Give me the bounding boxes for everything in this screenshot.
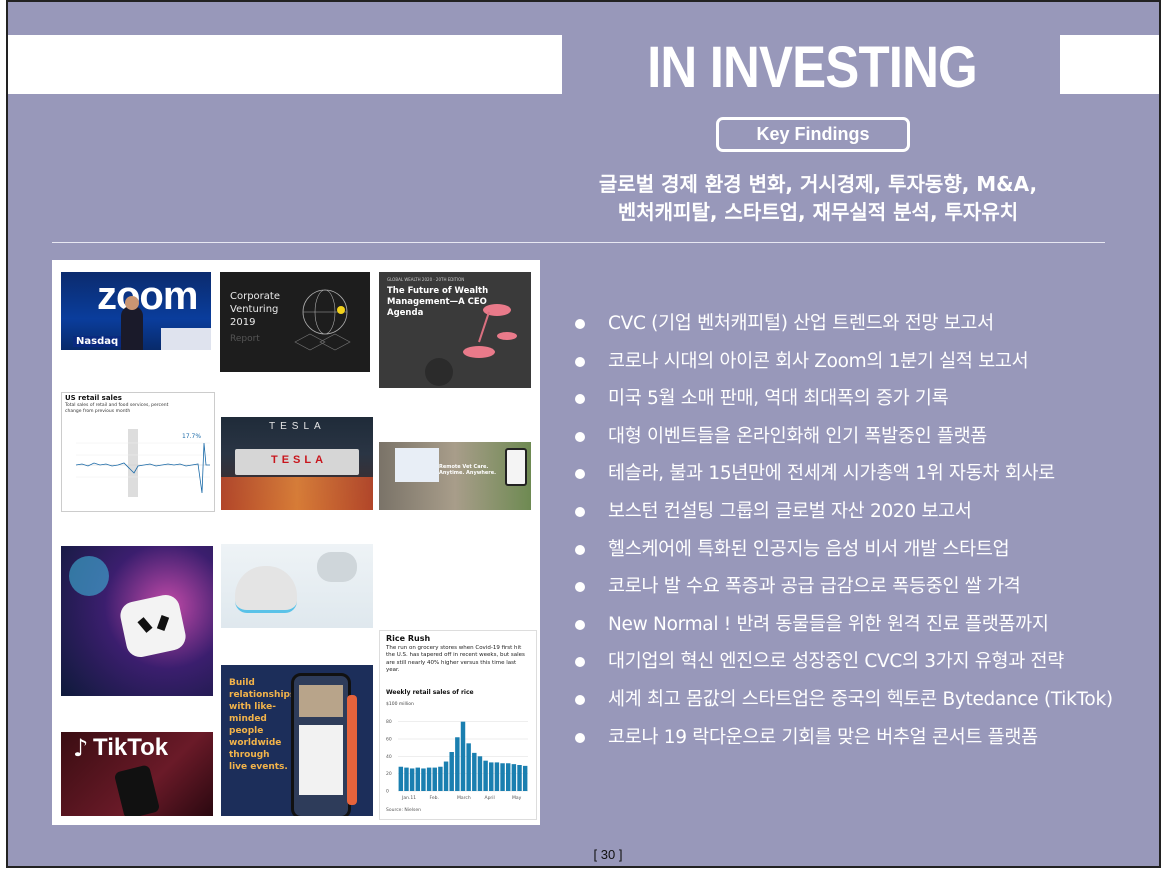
vet-caption: Remote Vet Care. Anytime. Anywhere.: [439, 464, 497, 476]
rice-bar: [443, 761, 449, 791]
virtual-concert-image: [61, 546, 213, 696]
rice-xtick: March: [457, 795, 471, 801]
tesla-sign: TESLA: [269, 421, 326, 432]
header-bar-left: [8, 35, 562, 94]
list-item: CVC (기업 벤처캐피털) 산업 트렌드와 전망 보고서: [568, 305, 1159, 343]
phone: [113, 764, 161, 816]
phone-screen: [505, 448, 527, 486]
page-number: [ 30 ]: [593, 847, 623, 862]
rice-bar: [517, 765, 522, 791]
header-bar-right: [1060, 35, 1159, 94]
rice-bar: [511, 764, 517, 791]
list-item: 코로나 발 수요 폭증과 공급 급감으로 폭등중인 쌀 가격: [568, 568, 1159, 606]
rice-ytick: 80: [386, 719, 392, 725]
rice-bar: [466, 743, 471, 791]
rice-bar: [500, 763, 505, 791]
page-title: IN INVESTING: [647, 35, 978, 100]
rice-bar: [477, 756, 483, 791]
marshmello-head: [117, 592, 189, 660]
rice-xtick: Feb.: [430, 795, 439, 801]
tiktok-image: TikTok ♪: [61, 732, 213, 816]
speaker-head: [125, 296, 139, 310]
rice-bar: [494, 762, 500, 791]
rice-bar: [398, 766, 404, 791]
divider: [52, 242, 1105, 243]
rice-bar: [449, 752, 454, 791]
rice-xtick: Jan.11: [401, 795, 416, 801]
rice-bar: [455, 737, 460, 791]
findings-list: CVC (기업 벤처캐피털) 산업 트렌드와 전망 보고서 코로나 시대의 아이…: [568, 305, 1159, 757]
list-item: 보스턴 컨설팅 그룹의 글로벌 자산 2020 보고서: [568, 493, 1159, 531]
speaker-figure: [121, 306, 143, 350]
list-item: 코로나 시대의 아이콘 회사 Zoom의 1분기 실적 보고서: [568, 343, 1159, 381]
rice-bar: [505, 763, 511, 791]
flamingo-graphic: [425, 304, 517, 386]
list-item: 미국 5월 소매 판매, 역대 최대폭의 증가 기록: [568, 380, 1159, 418]
events-phone-screen: [299, 685, 343, 717]
cvc-report-cover: Corporate Venturing 2019 Report: [220, 272, 370, 372]
us-retail-sales-chart: US retail sales Total sales of retail an…: [61, 392, 215, 512]
podium: [161, 328, 211, 350]
tesla-sign-2: TESLA: [271, 454, 328, 466]
zoom-logo: zoom: [97, 274, 198, 318]
rice-bar-chart: 80 60 40 20 0 Jan.11 Feb. March April May: [386, 719, 528, 801]
subtitle-line-1: 글로벌 경제 환경 변화, 거시경제, 투자동향, M&A,: [598, 172, 1038, 196]
events-build: Build relationships with like-minded peo…: [229, 678, 296, 772]
list-item: 대형 이벤트들을 온라인화해 인기 폭발중인 플랫폼: [568, 418, 1159, 456]
events-phone-panel: [299, 725, 343, 795]
retail-line-chart: [75, 429, 210, 497]
rice-bar: [460, 721, 466, 791]
tesla-image: TESLA TESLA: [221, 417, 373, 510]
globe-graphic: [294, 289, 351, 351]
list-item: New Normal ! 반려 동물들을 위한 원격 진료 플랫폼까지: [568, 606, 1159, 644]
rice-ytick: 20: [386, 771, 392, 777]
rice-bar: [432, 767, 437, 791]
coral-glow: [69, 556, 109, 596]
rice-bar: [415, 767, 421, 791]
bed-person: [317, 552, 357, 582]
rice-source: Source: Nielsen: [386, 808, 422, 813]
zoom-image: zoom Nasdaq: [61, 272, 211, 350]
rice-rush-chart: Rice Rush The run on grocery stores when…: [379, 630, 537, 820]
rice-xtick: April: [485, 795, 495, 801]
rice-bar: [426, 767, 432, 791]
image-collage: zoom Nasdaq Corporate Venturing 2019 Rep…: [52, 260, 540, 825]
voice-assistant-image: [221, 544, 373, 628]
subtitle-line-2: 벤처캐피탈, 스타트업, 재무실적 분석, 투자유치: [617, 200, 1019, 224]
slide: IN INVESTING Key Findings 글로벌 경제 환경 변화, …: [6, 0, 1161, 868]
rice-ytick: 40: [386, 754, 392, 760]
list-item: 테슬라, 불과 15년만에 전세계 시가총액 1위 자동차 회사로: [568, 455, 1159, 493]
tesla-light: [221, 477, 373, 510]
rice-ytick: 60: [386, 737, 392, 743]
list-item: 헬스케어에 특화된 인공지능 음성 비서 개발 스타트업: [568, 531, 1159, 569]
rice-bar: [483, 760, 488, 791]
bcg-report-cover: GLOBAL WEALTH 2020 · 20TH EDITION The Fu…: [379, 272, 531, 388]
rice-bar: [421, 768, 426, 791]
key-findings-badge: Key Findings: [716, 117, 910, 152]
events-platform-image: Build relationships with like-minded peo…: [221, 665, 373, 816]
vet-care-image: Remote Vet Care. Anytime. Anywhere.: [379, 442, 531, 510]
list-item: 대기업의 혁신 엔진으로 성장중인 CVC의 3가지 유형과 전략: [568, 643, 1159, 681]
nasdaq-caption: Nasdaq: [73, 336, 122, 347]
laptop-screen: [395, 448, 439, 482]
echo-device: [235, 566, 297, 613]
list-item: 세계 최고 몸값의 스타트업은 중국의 헥토콘 Bytedance (TikTo…: [568, 681, 1159, 719]
rice-bar: [409, 768, 415, 791]
list-item: 코로나 19 락다운으로 기회를 맞은 버추얼 콘서트 플랫폼: [568, 719, 1159, 757]
rice-xtick: May: [512, 795, 522, 801]
rice-bar: [438, 766, 443, 791]
rice-bar: [489, 762, 494, 791]
rice-bar: [404, 767, 409, 791]
events-phone-accent: [347, 695, 357, 805]
tiktok-note-icon: ♪: [73, 734, 89, 762]
subtitle: 글로벌 경제 환경 변화, 거시경제, 투자동향, M&A, 벤처캐피탈, 스타…: [548, 170, 1088, 226]
rice-bar: [522, 765, 528, 791]
rice-bar: [472, 752, 477, 791]
rice-ytick: 0: [386, 789, 389, 795]
tiktok-logo: TikTok: [93, 734, 169, 761]
